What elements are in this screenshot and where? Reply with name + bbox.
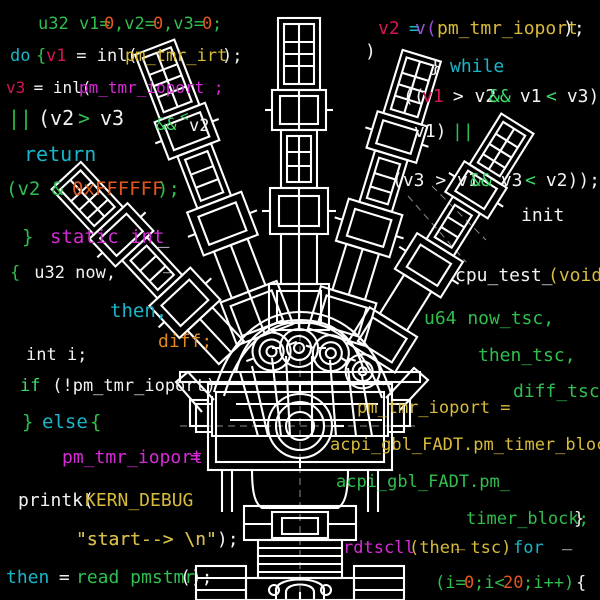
code-token: } [22,411,34,433]
code-token: 20 [503,573,524,593]
code-token: && [156,115,177,135]
code-token: && [470,170,492,191]
code-token: { [10,263,21,283]
code-token: u32 v1= [38,14,110,34]
code-token: printk( [18,490,94,511]
code-token: (void) [548,265,600,286]
code-token: rdtscll [343,538,415,558]
code-token: read pmstmr [76,567,196,588]
code-token: then [6,567,50,588]
code-token: (!pm_tmr_ioport) [42,376,216,396]
code-token: for [513,538,544,558]
code-token: else [42,411,88,433]
code-token: v2 [378,18,400,39]
code-token: diff_tsc; [513,381,600,402]
code-token: if [20,376,41,396]
code-token: v3 [100,106,125,130]
code-token: ); [157,178,180,200]
code-token: then, [110,300,168,322]
code-token: u64 now_tsc, [424,308,555,329]
code-token: < [180,109,189,125]
code-token: ,v3= [163,14,204,34]
screenshot-canvas: u32 v1= 0 ,v2= 0 ,v3= 0; do {v1 = inl(pm_tmr_i… [0,0,600,600]
code-token: ,v2= [114,14,155,34]
code-token: v2 [189,116,210,136]
code-token: (v2 [38,106,75,130]
code-token: _ [163,254,174,274]
code-token: _ [562,531,573,551]
code-token: 0 [202,14,213,34]
code-token: ;i++) [523,573,575,593]
code-token: v2)); [535,170,600,191]
code-token: } [22,226,34,248]
code-token: u32 now, [24,263,117,283]
code-token: acpi_gbl_FADT.pm_timer_block; [330,435,600,455]
code-token: ) [365,41,376,62]
code-token: 0 [153,14,164,34]
code-token: v3) [556,86,600,107]
code-token: && [489,86,511,107]
code-token: acpi_gbl_FADT.pm_ [336,472,510,492]
code-token: (v2 & [6,178,75,200]
code-token: { [576,573,587,593]
code-token: 0 [104,14,115,34]
code-token: init [521,205,565,226]
code-token: } [430,56,441,77]
code-token: v( [415,18,437,39]
code-token: return [24,142,97,166]
code-token: pm_tmr_ioport ; [79,78,224,97]
code-token: ; [212,14,223,34]
code-token: { [90,411,102,433]
code-token: pm_tmr_ioport [62,447,203,468]
code-token: > [78,106,91,130]
code-token: then_tsc, [478,345,576,366]
code-token: = [190,447,201,468]
code-token: KERN_DEBUG [85,490,194,511]
code-token: { [36,46,47,66]
code-token: 0 [464,573,475,593]
code-token: _ [158,226,170,248]
code-token: || [8,106,33,130]
code-token: pm_tmr_ioport = [357,398,511,418]
code-token: "start--> \n" [76,529,217,550]
code-token: ); [563,18,585,39]
code-token: while [450,56,505,77]
code-token: v1) [414,121,447,142]
code-token: int i; [26,345,88,365]
code-token: static int [50,226,165,248]
code-token: timer_block; [466,509,589,529]
code-token: 0xFFFFFF [72,178,164,200]
code-token: v1 [422,86,444,107]
code-token: ); [222,46,243,66]
code-token: v1 [46,46,67,66]
code-token: pm_tmr_ioport [437,18,578,39]
code-token: } [574,509,585,529]
code-token: v3 [6,78,26,97]
code-token: _ [455,531,466,551]
code-token: (i= [435,573,466,593]
code-overlay: u32 v1= 0 ,v2= 0 ,v3= 0; do {v1 = inl(pm_tmr_i… [0,0,600,600]
code-token: ;i< [474,573,505,593]
code-token: pm_tmr_irt [125,46,228,66]
code-token: diff; [158,331,213,352]
code-token: (); [180,567,213,588]
code-token: || [452,121,474,142]
